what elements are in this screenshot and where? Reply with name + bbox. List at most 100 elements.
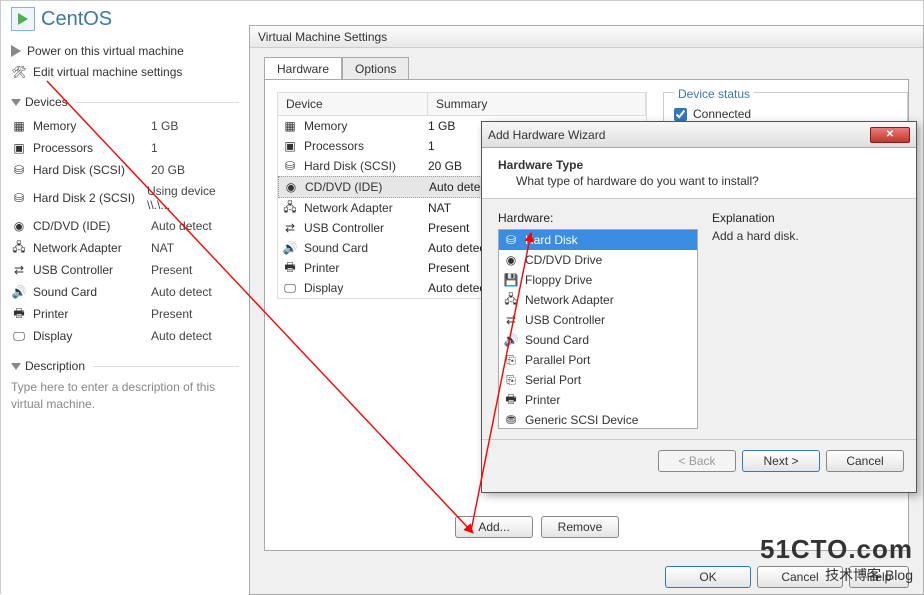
device-name: CD/DVD (IDE): [33, 219, 145, 233]
device-table-header: Device Summary: [278, 93, 646, 116]
device-name: USB Controller: [33, 263, 145, 277]
description-section-header[interactable]: Description: [11, 359, 239, 373]
explanation-text: Add a hard disk.: [712, 229, 900, 243]
hardware-list-item[interactable]: 💾Floppy Drive: [499, 270, 697, 290]
net-icon: 🖧: [503, 292, 519, 308]
settings-titlebar: Virtual Machine Settings: [250, 26, 923, 48]
printer-icon: 🖶: [11, 306, 27, 322]
device-value: Auto detect: [151, 285, 212, 299]
device-name: Sound Card: [304, 241, 368, 255]
power-on-action[interactable]: Power on this virtual machine: [11, 41, 239, 61]
wizard-heading: Hardware Type: [498, 158, 900, 172]
sidebar-device-row[interactable]: ▦Memory1 GB: [11, 115, 239, 137]
wizard-footer: < Back Next > Cancel: [482, 439, 916, 481]
display-icon: 🖵: [11, 328, 27, 344]
hardware-list-item[interactable]: 🖧 Network Adapter: [499, 290, 697, 310]
sidebar-device-row[interactable]: 🔊Sound CardAuto detect: [11, 281, 239, 303]
settings-tabs: Hardware Options: [250, 48, 923, 79]
hardware-list-item[interactable]: ⎘ Serial Port: [499, 370, 697, 390]
device-name: Hard Disk (SCSI): [33, 163, 145, 177]
sidebar-device-row[interactable]: ◉CD/DVD (IDE)Auto detect: [11, 215, 239, 237]
hdd-icon: ⛁: [11, 162, 27, 178]
scsi-icon: ⛃: [503, 412, 519, 428]
hardware-list-item[interactable]: ◉ CD/DVD Drive: [499, 250, 697, 270]
hardware-item-label: Sound Card: [525, 333, 589, 347]
usb-icon: ⇄: [503, 312, 519, 328]
sidebar-device-row[interactable]: ⛁ Hard Disk 2 (SCSI) Using device \\.\...: [11, 181, 239, 215]
wizard-subheading: What type of hardware do you want to ins…: [516, 174, 900, 188]
hardware-list-item[interactable]: ⎘ Parallel Port: [499, 350, 697, 370]
hardware-item-label: Printer: [525, 393, 560, 407]
devices-section-header[interactable]: Devices: [11, 95, 239, 109]
hardware-list-item[interactable]: ⇄ USB Controller: [499, 310, 697, 330]
wizard-cancel-button[interactable]: Cancel: [826, 450, 904, 472]
sidebar-device-row[interactable]: ⇄ USB Controller Present: [11, 259, 239, 281]
sidebar-device-row[interactable]: 🖵DisplayAuto detect: [11, 325, 239, 347]
display-icon: 🖵: [282, 280, 298, 296]
settings-footer-buttons: OK Cancel Help: [665, 566, 909, 588]
hardware-item-label: Hard Disk: [525, 233, 578, 247]
tab-hardware[interactable]: Hardware: [264, 57, 342, 80]
vm-name: CentOS: [41, 8, 112, 31]
hardware-item-label: Parallel Port: [525, 353, 590, 367]
cd-icon: ◉: [503, 252, 519, 268]
connected-label: Connected: [693, 107, 751, 121]
device-name: Display: [304, 281, 343, 295]
description-placeholder[interactable]: Type here to enter a description of this…: [11, 379, 239, 413]
edit-settings-link[interactable]: 🛠 Edit virtual machine settings: [11, 61, 239, 83]
connected-checkbox-row[interactable]: Connected: [674, 107, 897, 121]
device-value: Using device \\.\...: [147, 184, 239, 212]
col-summary[interactable]: Summary: [428, 93, 646, 115]
hardware-item-label: Serial Port: [525, 373, 581, 387]
connected-checkbox[interactable]: [674, 108, 687, 121]
device-name: CD/DVD (IDE): [305, 180, 382, 194]
sidebar-device-row[interactable]: ▣ Processors 1: [11, 137, 239, 159]
hardware-list-item[interactable]: 🔊Sound Card: [499, 330, 697, 350]
port-icon: ⎘: [503, 352, 519, 368]
add-button[interactable]: Add...: [455, 516, 533, 538]
remove-button[interactable]: Remove: [541, 516, 619, 538]
device-value: Present: [151, 263, 192, 277]
usb-icon: ⇄: [11, 262, 27, 278]
close-button[interactable]: ✕: [870, 127, 910, 143]
wizard-header: Hardware Type What type of hardware do y…: [482, 148, 916, 199]
hardware-list-item[interactable]: ⛁Hard Disk: [499, 230, 697, 250]
hardware-list[interactable]: ⛁Hard Disk ◉ CD/DVD Drive 💾Floppy Drive 🖧 Net…: [498, 229, 698, 429]
help-button[interactable]: Help: [849, 566, 909, 588]
memory-icon: ▦: [11, 118, 27, 134]
device-name: Sound Card: [33, 285, 145, 299]
floppy-icon: 💾: [503, 272, 519, 288]
device-value: 1: [151, 141, 158, 155]
device-name: Display: [33, 329, 145, 343]
port-icon: ⎘: [503, 372, 519, 388]
device-name: Network Adapter: [33, 241, 145, 255]
chevron-down-icon: [11, 363, 21, 370]
hardware-item-label: CD/DVD Drive: [525, 253, 602, 267]
sidebar-device-row[interactable]: 🖧Network AdapterNAT: [11, 237, 239, 259]
device-name: Processors: [33, 141, 145, 155]
vm-title: CentOS: [11, 7, 239, 31]
back-button: < Back: [658, 450, 736, 472]
col-device[interactable]: Device: [278, 93, 428, 115]
cpu-icon: ▣: [11, 140, 27, 156]
sidebar-panel: CentOS Power on this virtual machine 🛠 E…: [1, 1, 249, 595]
hdd-icon: ⛁: [11, 190, 27, 206]
sidebar-device-row[interactable]: 🖶PrinterPresent: [11, 303, 239, 325]
ok-button[interactable]: OK: [665, 566, 751, 588]
cancel-button[interactable]: Cancel: [757, 566, 843, 588]
device-status-legend: Device status: [674, 87, 754, 101]
device-name: Printer: [304, 261, 339, 275]
device-value: NAT: [151, 241, 174, 255]
sidebar-device-row[interactable]: ⛁Hard Disk (SCSI)20 GB: [11, 159, 239, 181]
tab-options[interactable]: Options: [342, 57, 409, 80]
next-button[interactable]: Next >: [742, 450, 820, 472]
wizard-titlebar[interactable]: Add Hardware Wizard ✕: [482, 122, 916, 148]
device-name: Hard Disk 2 (SCSI): [33, 191, 141, 205]
play-icon: [11, 45, 21, 57]
printer-icon: 🖶: [503, 392, 519, 408]
hardware-item-label: USB Controller: [525, 313, 605, 327]
hardware-item-label: Network Adapter: [525, 293, 614, 307]
device-name: Memory: [304, 119, 347, 133]
hardware-list-item[interactable]: 🖶 Printer: [499, 390, 697, 410]
hardware-list-item[interactable]: ⛃Generic SCSI Device: [499, 410, 697, 429]
